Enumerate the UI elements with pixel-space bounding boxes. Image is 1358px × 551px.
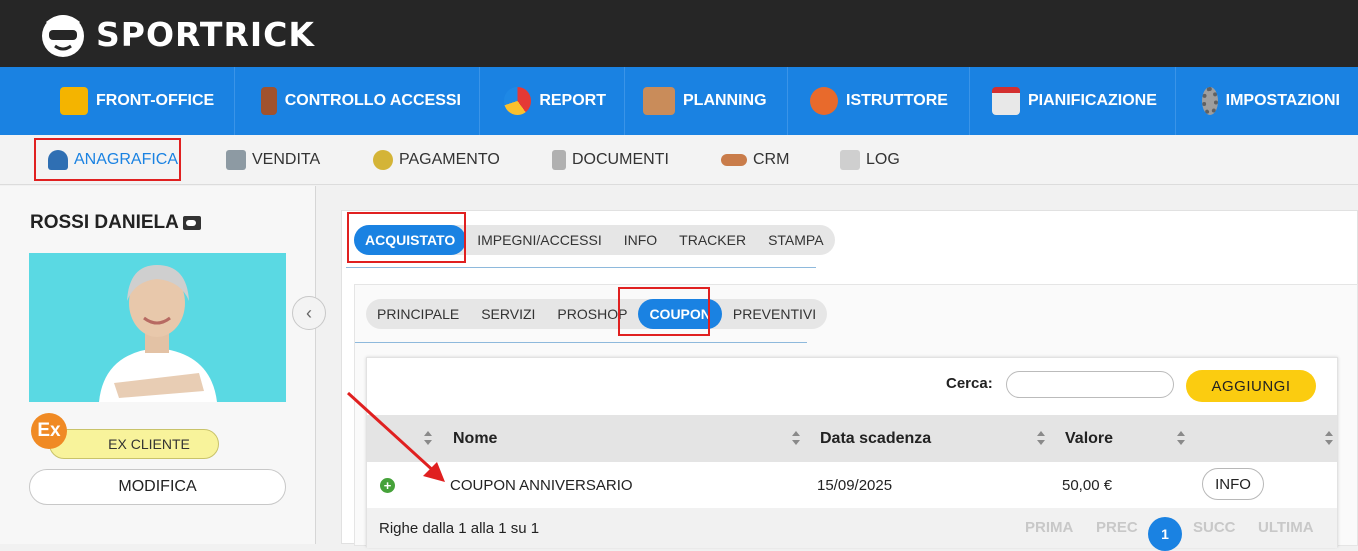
sort-icon[interactable] [792, 431, 800, 445]
highlight-acquistato [347, 212, 466, 263]
ex-client-badge: Ex [31, 413, 67, 449]
pagination-prev[interactable]: PREC [1096, 519, 1138, 536]
highlight-anagrafica [34, 138, 181, 181]
annotation-arrow-icon [346, 391, 445, 482]
nav-impostazioni[interactable]: IMPOSTAZIONI [1176, 67, 1358, 135]
pagination-last[interactable]: ULTIMA [1258, 519, 1314, 536]
column-header-data-scadenza[interactable]: Data scadenza [820, 415, 931, 462]
logo-text: SPORTRICK [96, 14, 315, 54]
collapse-panel-button[interactable]: ‹ [292, 296, 326, 330]
rows-info: Righe dalla 1 alla 1 su 1 [379, 520, 540, 537]
chevron-left-icon: ‹ [306, 302, 312, 323]
table-row[interactable]: + COUPON ANNIVERSARIO 15/09/2025 50,00 €… [367, 462, 1337, 508]
subnav-crm[interactable]: CRM [721, 135, 789, 185]
log-icon [840, 150, 860, 170]
cloud-icon[interactable] [182, 216, 201, 230]
table-header: Nome Data scadenza Valore [367, 415, 1337, 462]
nav-label: PIANIFICAZIONE [1028, 92, 1157, 109]
document-icon [552, 150, 566, 170]
pagination-next[interactable]: SUCC [1193, 519, 1236, 536]
subnav-label: VENDITA [252, 151, 321, 168]
sort-icon[interactable] [1325, 431, 1333, 445]
calendar-icon [992, 87, 1020, 115]
nav-label: REPORT [539, 92, 606, 109]
subnav-pagamento[interactable]: PAGAMENTO [373, 135, 500, 185]
search-label: Cerca: [946, 375, 993, 392]
front-office-icon [60, 87, 88, 115]
acquistato-section: PRINCIPALE SERVIZI PROSHOP COUPON PREVEN… [354, 284, 1358, 551]
cell-valore: 50,00 € [1062, 476, 1113, 494]
nav-pianificazione[interactable]: PIANIFICAZIONE [970, 67, 1176, 135]
handshake-icon [721, 154, 747, 166]
tab-impegni-accessi[interactable]: IMPEGNI/ACCESSI [466, 225, 612, 255]
nav-label: FRONT-OFFICE [96, 92, 215, 109]
nav-controllo-accessi[interactable]: CONTROLLO ACCESSI [235, 67, 480, 135]
logo[interactable]: SPORTRICK [36, 8, 315, 60]
subnav-documenti[interactable]: DOCUMENTI [552, 135, 669, 185]
door-icon [261, 87, 277, 115]
nav-istruttore[interactable]: ISTRUTTORE [788, 67, 970, 135]
main-nav: FRONT-OFFICE CONTROLLO ACCESSI REPORT PL… [0, 67, 1358, 135]
subnav-label: CRM [753, 151, 790, 168]
nav-label: IMPOSTAZIONI [1225, 92, 1340, 109]
tab-principale[interactable]: PRINCIPALE [366, 299, 470, 329]
cell-data-scadenza: 15/09/2025 [817, 476, 893, 494]
tab-tracker[interactable]: TRACKER [668, 225, 757, 255]
subnav-label: LOG [866, 151, 900, 168]
add-button[interactable]: AGGIUNGI [1186, 370, 1316, 402]
cash-register-icon [226, 150, 246, 170]
content-panel: ACQUISTATO IMPEGNI/ACCESSI INFO TRACKER … [341, 210, 1358, 551]
gear-icon [1202, 87, 1218, 115]
subnav-vendita[interactable]: VENDITA [226, 135, 320, 185]
nav-label: ISTRUTTORE [846, 92, 948, 109]
subnav-label: PAGAMENTO [399, 151, 500, 168]
table-footer: Righe dalla 1 alla 1 su 1 PRIMA PREC 1 S… [367, 508, 1337, 551]
coin-icon [373, 150, 393, 170]
info-button[interactable]: INFO [1202, 468, 1264, 500]
secondary-tabs: PRINCIPALE SERVIZI PROSHOP COUPON PREVEN… [366, 299, 828, 329]
client-panel: ROSSI DANIELA EX CLIENTE Ex MODIFICA [0, 186, 316, 544]
nav-label: PLANNING [683, 92, 767, 109]
column-header-valore[interactable]: Valore [1065, 415, 1113, 462]
top-bar: SPORTRICK [0, 0, 1358, 67]
tab-underline [346, 267, 816, 268]
nav-label: CONTROLLO ACCESSI [284, 92, 461, 109]
highlight-coupon [618, 287, 710, 336]
client-portrait [29, 253, 286, 402]
tab-info[interactable]: INFO [613, 225, 668, 255]
subnav-label: DOCUMENTI [572, 151, 669, 168]
edit-client-button[interactable]: MODIFICA [29, 469, 286, 505]
tab-stampa[interactable]: STAMPA [757, 225, 835, 255]
client-name: ROSSI DANIELA [30, 212, 179, 233]
logo-mascot-icon [42, 15, 84, 57]
client-name-row: ROSSI DANIELA [30, 212, 201, 234]
nav-report[interactable]: REPORT [480, 67, 625, 135]
pagination-current[interactable]: 1 [1148, 517, 1182, 551]
tab-preventivi[interactable]: PREVENTIVI [722, 299, 827, 329]
client-photo [29, 253, 286, 402]
sub-nav: ANAGRAFICA VENDITA PAGAMENTO DOCUMENTI C… [0, 135, 1358, 185]
tab-underline [355, 342, 807, 343]
nav-planning[interactable]: PLANNING [625, 67, 788, 135]
calendar-grid-icon [643, 87, 675, 115]
cell-nome: COUPON ANNIVERSARIO [450, 476, 633, 494]
coupon-table-box: Cerca: AGGIUNGI Nome Data scadenza Valor… [366, 357, 1338, 551]
users-icon [810, 87, 838, 115]
nav-front-office[interactable]: FRONT-OFFICE [0, 67, 235, 135]
tab-servizi[interactable]: SERVIZI [470, 299, 546, 329]
pie-chart-icon [504, 87, 532, 115]
sort-icon[interactable] [1037, 431, 1045, 445]
pagination-first[interactable]: PRIMA [1025, 519, 1073, 536]
client-status-badge: EX CLIENTE [49, 429, 219, 459]
subnav-log[interactable]: LOG [840, 135, 900, 185]
sort-icon[interactable] [1177, 431, 1185, 445]
search-input[interactable] [1006, 371, 1174, 398]
